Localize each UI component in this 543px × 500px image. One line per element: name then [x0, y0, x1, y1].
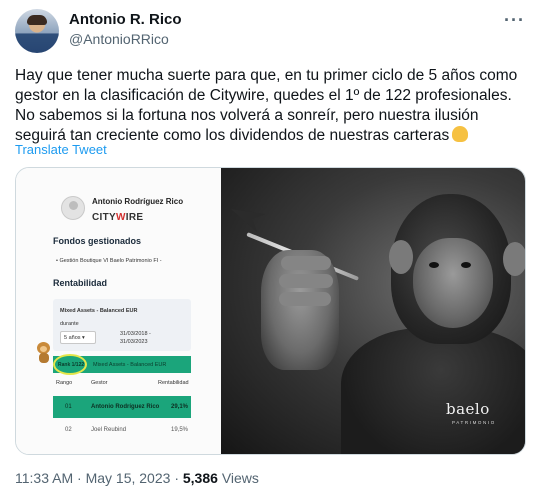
flexed-biceps-icon [452, 126, 469, 142]
fondos-title: Fondos gestionados [53, 236, 142, 246]
chimp-eye [429, 262, 439, 268]
rentabilidad-title: Rentabilidad [53, 278, 108, 288]
chimp-finger [281, 256, 331, 270]
fondo-item: • Gestión Boutique VI Baelo Patrimonio F… [56, 258, 162, 264]
row-rank: 01 [65, 404, 72, 410]
tweet-meta: 11:33 AM · May 15, 2023 · 5,386 Views [15, 470, 259, 486]
chimpanzee-photo: baelo PATRIMONIO [221, 168, 525, 454]
tweet-date[interactable]: May 15, 2023 [86, 470, 171, 486]
rank-category: Mixed Assets - Balanced EUR [93, 362, 167, 368]
tweet-text: Hay que tener mucha suerte para que, en … [15, 66, 527, 146]
row-gestor: Joel Reubind [91, 427, 127, 433]
chimp-body [341, 328, 525, 454]
author-name[interactable]: Antonio R. Rico [69, 11, 182, 28]
chimp-ear [503, 242, 525, 276]
rank-label: Rank 1/122 [58, 362, 85, 368]
row-rent: 29,1% [171, 404, 189, 410]
citywire-card-image: Antonio Rodríguez Rico CITYWIRE Fondos g… [16, 168, 221, 454]
row-rent: 19,5% [171, 427, 189, 433]
tweet-time[interactable]: 11:33 AM [15, 470, 73, 486]
author-avatar[interactable] [15, 9, 59, 53]
durante-label: durante [60, 321, 79, 327]
chimp-finger [279, 274, 333, 288]
dart-flight [226, 200, 265, 232]
views-label: Views [221, 470, 259, 486]
baelo-logo: baelo [446, 400, 490, 418]
date-to: 31/03/2023 [120, 339, 148, 345]
chimp-ear [389, 240, 413, 274]
chimp-finger [279, 292, 331, 306]
views-count: 5,386 [182, 470, 218, 486]
tweet-media[interactable]: Antonio Rodríguez Rico CITYWIRE Fondos g… [15, 167, 526, 455]
tweet-body: Hay que tener mucha suerte para que, en … [15, 67, 518, 144]
profile-placeholder-icon [61, 196, 85, 220]
chimp-eye [461, 262, 471, 268]
category-label: Mixed Assets - Balanced EUR [60, 308, 138, 314]
baelo-logo-sub: PATRIMONIO [452, 420, 496, 425]
col-gestor: Gestor [91, 380, 108, 386]
chimp-face [413, 238, 493, 328]
row-rank: 02 [65, 427, 72, 433]
card-profile-name: Antonio Rodríguez Rico [92, 197, 184, 206]
period-select: 5 años ▾ [60, 331, 96, 344]
col-rentabilidad: Rentabilidad [158, 380, 189, 386]
monkey-sticker-icon [34, 342, 54, 364]
col-rango: Rango [56, 380, 73, 386]
citywire-logo: CITYWIRE [92, 212, 144, 223]
date-from: 31/03/2018 - [120, 331, 151, 337]
translate-tweet-link[interactable]: Translate Tweet [15, 142, 107, 157]
author-handle[interactable]: @AntonioRRico [69, 31, 169, 47]
row-gestor: Antonio Rodríguez Rico [91, 404, 160, 410]
more-options-icon[interactable]: ··· [504, 10, 525, 31]
